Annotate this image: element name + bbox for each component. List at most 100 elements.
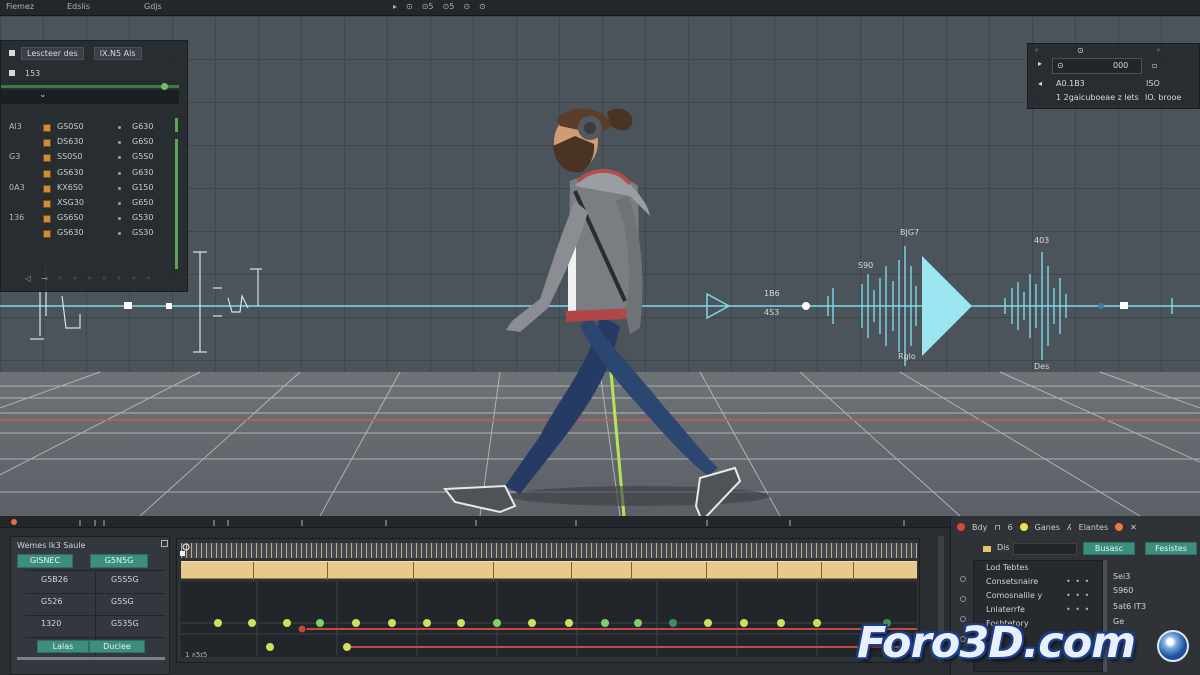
outliner-row[interactable]: GS630 G630 bbox=[1, 167, 189, 182]
dot-icon[interactable]: ◦ bbox=[58, 274, 63, 283]
toolbar-label-num[interactable]: 6 bbox=[1008, 523, 1013, 532]
editor-header-ticks bbox=[11, 519, 905, 526]
visibility-icon[interactable] bbox=[118, 186, 121, 190]
table-button-4[interactable]: Duclee bbox=[89, 640, 145, 653]
chevron-left-icon[interactable]: ◁ bbox=[25, 274, 31, 283]
table-cell[interactable]: G5SG bbox=[111, 597, 134, 606]
channel-item[interactable]: Lod Tebtes bbox=[986, 563, 1029, 572]
expand-icon[interactable]: ◂ bbox=[1038, 79, 1042, 88]
dot-icon[interactable]: ◦ bbox=[73, 274, 78, 283]
object-icon[interactable]: ◦ bbox=[1156, 46, 1161, 55]
channels-toolbar: Bdy ⊓ 6 Ganes ʎ Elantes ✕ bbox=[951, 516, 1200, 538]
toolbar-label-elements[interactable]: Elantes bbox=[1079, 523, 1108, 532]
table-cell[interactable]: G535G bbox=[111, 619, 139, 628]
dot-icon[interactable]: ◦ bbox=[117, 274, 122, 283]
visibility-icon[interactable] bbox=[118, 156, 121, 160]
visibility-icon[interactable] bbox=[118, 201, 121, 205]
pin-icon[interactable]: ⊸ bbox=[41, 274, 48, 283]
close-icon[interactable] bbox=[161, 540, 168, 547]
3d-viewport[interactable]: BJG7 403 S90 1B6 4S3 Rglo Des Lescteer d… bbox=[0, 16, 1200, 516]
menu-bar: Fieme̵z Edslis Gdjs ▸ ⊙ ⊙5 ⊙5 ⊙ ⊙ bbox=[0, 0, 1200, 16]
menu-file[interactable]: Fieme̵z bbox=[6, 2, 34, 11]
outliner-count: 153 bbox=[25, 68, 41, 78]
table-cell[interactable]: G5B26 bbox=[41, 575, 68, 584]
row-name: GS0S0 bbox=[57, 122, 84, 131]
key-icon[interactable] bbox=[1019, 523, 1028, 531]
tool-icon-2[interactable]: ⊙5 bbox=[443, 2, 455, 11]
object-icon bbox=[43, 169, 51, 178]
visibility-icon[interactable] bbox=[118, 126, 121, 129]
timeline-label: 1 ʌ5ɪ5 bbox=[185, 651, 208, 659]
settings-icon[interactable]: ⊙ bbox=[1077, 46, 1084, 55]
toggle-icon[interactable] bbox=[9, 70, 15, 76]
table-cell[interactable]: G526 bbox=[41, 597, 62, 606]
dot-icon[interactable]: ◦ bbox=[87, 274, 92, 283]
dot-icon[interactable]: ◦ bbox=[131, 274, 136, 283]
warning-icon[interactable] bbox=[1115, 523, 1124, 531]
channel-item[interactable]: Lnlaterrfe bbox=[986, 605, 1025, 614]
tool-icon-4[interactable]: ⊙ bbox=[479, 2, 486, 11]
keyframe-lanes[interactable] bbox=[177, 539, 921, 664]
tool-icon-1[interactable]: ⊙5 bbox=[422, 2, 434, 11]
row-value: G6S0 bbox=[132, 137, 154, 147]
checkbox-icon[interactable] bbox=[9, 50, 15, 56]
row-group-label: 0A3 bbox=[9, 182, 25, 192]
outliner-row[interactable]: GS630 GS30 bbox=[1, 227, 189, 242]
prop-line-1: A0.1B3 bbox=[1056, 79, 1085, 88]
editor-header bbox=[0, 516, 950, 528]
menu-view[interactable]: Gdjs bbox=[144, 2, 162, 11]
visibility-icon[interactable] bbox=[118, 217, 121, 221]
visibility-icon[interactable] bbox=[118, 232, 121, 236]
timeline-panel[interactable]: 1 ʌ5ɪ5 bbox=[176, 538, 920, 663]
dot-icon[interactable]: ◦ bbox=[102, 274, 107, 283]
chevron-right-icon[interactable]: ▸ bbox=[1038, 59, 1042, 68]
visibility-icon[interactable] bbox=[118, 171, 121, 175]
dropdown-icon[interactable]: ▫ bbox=[1152, 61, 1157, 70]
visibility-icon[interactable] bbox=[960, 596, 966, 602]
channel-input[interactable] bbox=[1013, 543, 1077, 555]
channel-item[interactable]: Comosnalile y bbox=[986, 591, 1042, 600]
outliner-row[interactable]: G3 SS0S0 G5S0 bbox=[1, 151, 189, 166]
horizontal-scrollbar[interactable] bbox=[17, 657, 165, 660]
channel-item[interactable]: Consetsnaire bbox=[986, 577, 1038, 586]
progress-handle[interactable] bbox=[161, 83, 168, 90]
pin-icon[interactable]: ◦ bbox=[1034, 46, 1039, 55]
record-icon[interactable] bbox=[957, 523, 965, 531]
outliner-row[interactable]: DS630 G6S0 bbox=[1, 136, 189, 151]
table-cell[interactable]: G5S5G bbox=[111, 575, 139, 584]
dot-icon[interactable]: ◦ bbox=[146, 274, 151, 283]
play-icon[interactable]: ▸ bbox=[393, 2, 397, 11]
table-button-2[interactable]: G5N5G bbox=[90, 554, 148, 568]
outliner-row[interactable]: 136 GS6S0 G530 bbox=[1, 212, 189, 227]
toolbar-label-body[interactable]: Bdy bbox=[972, 523, 987, 532]
row-value: G650 bbox=[132, 197, 154, 207]
table-cell[interactable]: 1320 bbox=[41, 619, 61, 628]
close-icon[interactable]: ✕ bbox=[1130, 523, 1137, 532]
channel-keys: • • • bbox=[1066, 577, 1091, 586]
object-icon bbox=[43, 184, 51, 193]
toolbar-label-games[interactable]: Ganes bbox=[1035, 523, 1060, 532]
folder-icon[interactable] bbox=[983, 546, 991, 552]
chevron-down-icon[interactable]: ⌄ bbox=[39, 90, 47, 100]
menu-edit[interactable]: Edslis bbox=[67, 2, 90, 11]
search-field[interactable]: Lescteer des bbox=[21, 46, 84, 60]
outliner-row[interactable]: XSG30 G650 bbox=[1, 197, 189, 212]
wrench-icon[interactable]: ʎ bbox=[1067, 523, 1072, 532]
outliner-row[interactable]: 0A3 KX6S0 G150 bbox=[1, 182, 189, 197]
object-icon bbox=[43, 139, 51, 148]
filter-field[interactable]: lX.N5 Als bbox=[93, 46, 142, 60]
visibility-icon[interactable] bbox=[960, 576, 966, 582]
table-button-3[interactable]: Lalas bbox=[37, 640, 89, 653]
record-icon[interactable]: ⊙ bbox=[406, 2, 413, 11]
outliner-list: Al3 GS0S0 G630 DS630 G6S0 G3 SS0S0 G5S0 bbox=[1, 121, 189, 243]
visibility-icon[interactable] bbox=[118, 141, 121, 145]
row-name: XSG30 bbox=[57, 197, 84, 207]
channels-button-2[interactable]: Fesistes bbox=[1145, 542, 1197, 555]
table-button-1[interactable]: GlSNEC bbox=[17, 554, 73, 568]
tool-icon-3[interactable]: ⊙ bbox=[463, 2, 470, 11]
value-field[interactable]: ⊙ 000 bbox=[1052, 58, 1142, 74]
channel-value: S960 bbox=[1113, 586, 1134, 595]
lock-icon[interactable]: ⊓ bbox=[994, 523, 1000, 532]
outliner-row[interactable]: Al3 GS0S0 G630 bbox=[1, 121, 189, 136]
channels-button-1[interactable]: Busasc bbox=[1083, 542, 1135, 555]
